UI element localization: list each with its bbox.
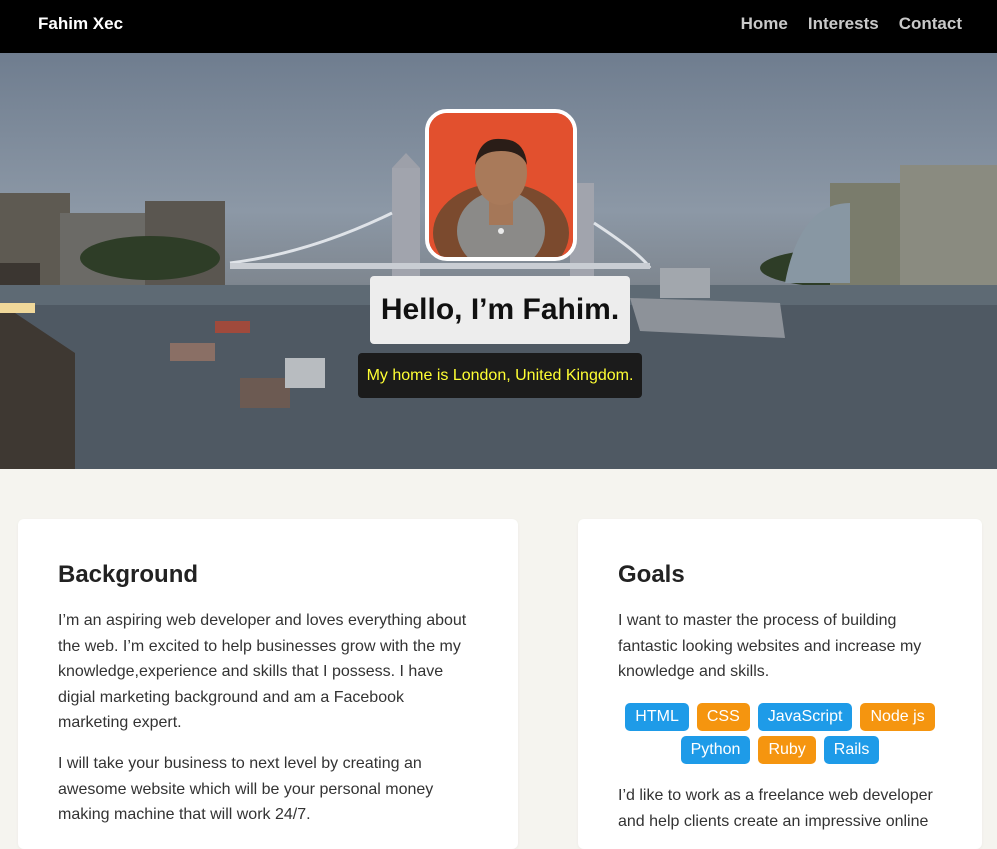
hero-title: Hello, I’m Fahim. [370,276,630,344]
background-heading: Background [58,561,199,588]
nav-link-interests[interactable]: Interests [808,0,879,47]
tag-ruby[interactable]: Ruby [758,736,816,764]
profile-photo [429,113,573,257]
nav-links: Home Interests Contact [741,0,962,47]
goals-paragraph-1: I want to master the process of building… [618,612,922,680]
hero-banner: Hello, I’m Fahim. My home is London, Uni… [0,53,997,469]
background-card: Background I’m an aspiring web developer… [18,519,518,849]
hero-subtitle: My home is London, United Kingdom. [358,353,642,398]
goals-heading: Goals [618,561,685,588]
skill-tags: HTML CSS JavaScript Node js Python Ruby … [618,703,942,764]
tag-rails[interactable]: Rails [823,736,880,764]
background-paragraph-2: I will take your business to next level … [58,755,434,823]
goals-paragraph-2: I’d like to work as a freelance web deve… [618,787,933,830]
top-navbar: Fahim Xec Home Interests Contact [0,0,997,53]
profile-avatar [425,109,577,261]
tag-javascript[interactable]: JavaScript [757,703,853,731]
tag-python[interactable]: Python [680,736,751,764]
tag-nodejs[interactable]: Node js [860,703,935,731]
nav-link-contact[interactable]: Contact [899,0,962,47]
nav-link-home[interactable]: Home [741,0,788,47]
tag-html[interactable]: HTML [625,703,689,731]
tag-css[interactable]: CSS [696,703,750,731]
background-paragraph-1: I’m an aspiring web developer and loves … [58,612,467,731]
goals-card: Goals I want to master the process of bu… [578,519,982,849]
brand-name[interactable]: Fahim Xec [38,0,123,47]
